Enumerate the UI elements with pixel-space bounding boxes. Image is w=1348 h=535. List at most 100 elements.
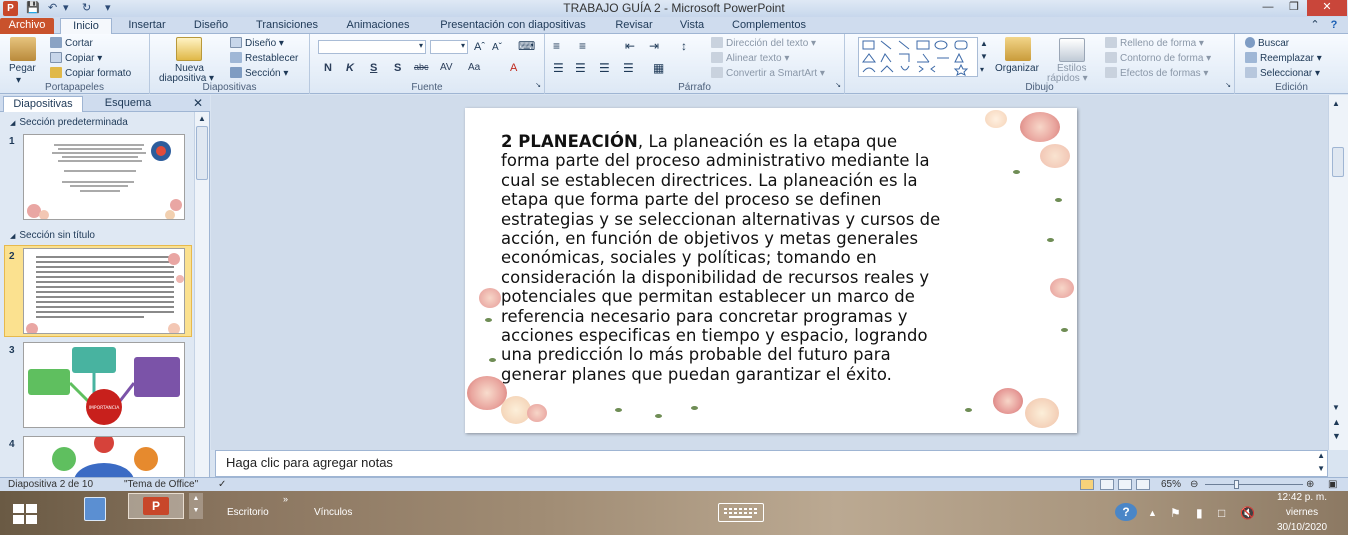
next-slide-icon[interactable]: ▼ (1332, 431, 1341, 441)
line-spacing-icon[interactable]: ↕ (681, 40, 687, 53)
columns-icon[interactable]: ▦ (653, 62, 664, 75)
restore-button[interactable]: ❐ (1281, 0, 1307, 16)
tab-animaciones[interactable]: Animaciones (336, 18, 420, 34)
reading-view-icon[interactable] (1118, 479, 1132, 490)
reset-button[interactable]: Restablecer (230, 52, 298, 65)
drawing-dialog-launcher-icon[interactable]: ↘ (1225, 79, 1231, 92)
numbering-icon[interactable]: ≡ (579, 40, 586, 53)
shrink-font-icon[interactable]: Aˇ (492, 41, 502, 54)
select-button[interactable]: Seleccionar ▾ (1245, 67, 1320, 80)
slide-scrollbar[interactable]: ▲ ▼ ▲ ▼ (1328, 95, 1348, 450)
cut-button[interactable]: Cortar (50, 37, 93, 50)
slide-scroll-thumb[interactable] (1332, 147, 1344, 177)
slide-thumbnail-2[interactable] (23, 248, 185, 334)
touch-keyboard-icon[interactable] (718, 503, 764, 522)
arrange-button[interactable]: Organizar (995, 62, 1039, 75)
tab-transiciones[interactable]: Transiciones (246, 18, 328, 34)
zoom-out-icon[interactable]: ⊖ (1190, 479, 1198, 490)
zoom-slider-thumb[interactable] (1234, 480, 1239, 489)
change-case-icon[interactable]: Aa (468, 62, 480, 73)
tab-presentacion[interactable]: Presentación con diapositivas (428, 18, 598, 34)
tab-vista[interactable]: Vista (670, 18, 714, 34)
gallery-scroll-icon[interactable]: ▲ ▼ ▾ (980, 37, 988, 76)
pane-close-icon[interactable]: ✕ (190, 96, 206, 112)
zoom-level[interactable]: 65% (1161, 479, 1181, 490)
section-header-default[interactable]: ◢ Sección predeterminada (0, 115, 194, 130)
zoom-in-icon[interactable]: ⊕ (1306, 479, 1314, 490)
desktop-toolbar[interactable]: Escritorio (227, 507, 269, 518)
battery-icon[interactable]: ▮ (1196, 506, 1203, 520)
shape-effects-button[interactable]: Efectos de formas ▾ (1105, 67, 1208, 80)
powerpoint-taskbar-button[interactable]: P (128, 493, 184, 519)
format-painter-button[interactable]: Copiar formato (50, 67, 131, 80)
paragraph-dialog-launcher-icon[interactable]: ↘ (835, 79, 841, 92)
flag-icon[interactable]: ⚑ (1170, 506, 1181, 520)
align-right-icon[interactable]: ☰ (599, 62, 610, 75)
help-icon[interactable]: ? (1326, 18, 1342, 34)
quick-styles-icon[interactable] (1059, 38, 1085, 62)
tab-revisar[interactable]: Revisar (605, 18, 663, 34)
grow-font-icon[interactable]: Aˆ (474, 41, 485, 54)
links-toolbar[interactable]: Vínculos (314, 507, 352, 518)
increase-indent-icon[interactable]: ⇥ (649, 40, 659, 53)
normal-view-icon[interactable] (1080, 479, 1094, 490)
fit-to-window-icon[interactable]: ▣ (1328, 479, 1337, 490)
shape-fill-button[interactable]: Relleno de forma ▾ (1105, 37, 1204, 50)
decrease-indent-icon[interactable]: ⇤ (625, 40, 635, 53)
slide-sorter-view-icon[interactable] (1100, 479, 1114, 490)
replace-button[interactable]: Reemplazar ▾ (1245, 52, 1322, 65)
text-shadow-icon[interactable]: S (394, 62, 401, 74)
align-center-icon[interactable]: ☰ (575, 62, 586, 75)
current-slide[interactable]: 2 PLANEACIÓN, La planeación es la etapa … (465, 108, 1077, 433)
smartart-button[interactable]: Convertir a SmartArt ▾ (711, 67, 825, 80)
notes-placeholder[interactable]: Haga clic para agregar notas (226, 455, 393, 470)
tab-outline[interactable]: Esquema (88, 96, 168, 112)
notes-pane[interactable]: Haga clic para agregar notas ▲ ▼ (215, 450, 1328, 477)
bold-icon[interactable]: N (324, 62, 332, 74)
bullets-icon[interactable]: ≡ (553, 40, 560, 53)
clock-time[interactable]: 12:42 p. m. (1272, 492, 1332, 503)
volume-muted-icon[interactable]: 🔇 (1240, 506, 1255, 520)
text-direction-button[interactable]: Dirección del texto ▾ (711, 37, 816, 50)
shapes-gallery[interactable] (858, 37, 978, 77)
find-button[interactable]: Buscar (1245, 37, 1289, 50)
align-text-button[interactable]: Alinear texto ▾ (711, 52, 789, 65)
network-icon[interactable]: □ (1218, 506, 1225, 520)
toolbar-expand-icon[interactable]: » (283, 494, 288, 504)
font-color-icon[interactable]: A (510, 62, 517, 74)
tab-diseno[interactable]: Diseño (182, 18, 240, 34)
tab-complementos[interactable]: Complementos (722, 18, 816, 34)
scroll-up-arrow-icon[interactable]: ▲ (1332, 99, 1340, 108)
font-name-combobox[interactable]: ▾ (318, 40, 426, 54)
section-button[interactable]: Sección ▾ (230, 67, 288, 80)
strikethrough-icon[interactable]: abc (414, 62, 429, 72)
font-size-combobox[interactable]: ▾ (430, 40, 468, 54)
slideshow-view-icon[interactable] (1136, 479, 1150, 490)
scroll-down-arrow-icon[interactable]: ▼ (1332, 403, 1340, 412)
justify-icon[interactable]: ☰ (623, 62, 634, 75)
clear-formatting-icon[interactable]: ⌨ (518, 40, 535, 53)
slides-pane-scrollbar[interactable]: ▲ (194, 112, 209, 477)
section-header-untitled[interactable]: ◢ Sección sin título (0, 228, 194, 243)
slide-body-text[interactable]: 2 PLANEACIÓN, La planeación es la etapa … (501, 132, 1041, 384)
show-hidden-icons-icon[interactable]: ▲ (1148, 508, 1157, 518)
slide-thumbnail-1[interactable] (23, 134, 185, 220)
font-dialog-launcher-icon[interactable]: ↘ (535, 79, 541, 92)
windows-start-icon[interactable] (13, 504, 37, 524)
slides-pane-scroll-thumb[interactable] (196, 126, 208, 180)
layout-button[interactable]: Diseño ▾ (230, 37, 284, 50)
minimize-ribbon-icon[interactable]: ⌃ (1308, 18, 1322, 34)
taskbar-scroll-icon[interactable]: ▲ ▼ (189, 493, 203, 519)
italic-icon[interactable]: K (346, 62, 354, 74)
close-button[interactable]: ✕ (1307, 0, 1347, 16)
shape-outline-button[interactable]: Contorno de forma ▾ (1105, 52, 1211, 65)
slide-thumbnail-3[interactable]: IMPORTANCIA (23, 342, 185, 428)
arrange-icon[interactable] (1005, 37, 1031, 61)
new-slide-icon[interactable] (176, 37, 202, 61)
align-left-icon[interactable]: ☰ (553, 62, 564, 75)
character-spacing-icon[interactable]: AV (440, 62, 453, 73)
tab-slides[interactable]: Diapositivas (3, 96, 83, 112)
tab-archivo[interactable]: Archivo (0, 18, 54, 34)
notes-scroll-down-icon[interactable]: ▼ (1317, 464, 1325, 473)
help-question-icon[interactable]: ? (1115, 503, 1137, 521)
